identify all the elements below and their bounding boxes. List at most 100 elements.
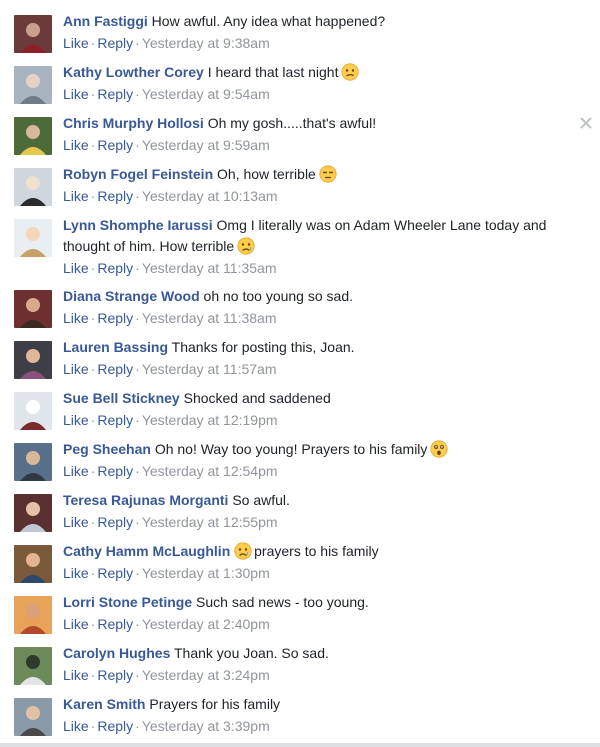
comment-author-link[interactable]: Kathy Lowther Corey <box>63 64 204 80</box>
like-button[interactable]: Like <box>63 310 89 326</box>
reply-button[interactable]: Reply <box>97 565 133 581</box>
sad-tear-face-icon <box>237 237 255 255</box>
comment-author-link[interactable]: Lynn Shomphe Iarussi <box>63 217 213 233</box>
reply-button[interactable]: Reply <box>97 86 133 102</box>
like-button[interactable]: Like <box>63 260 89 276</box>
comment-timestamp[interactable]: Yesterday at 9:59am <box>142 137 270 153</box>
avatar[interactable] <box>14 117 52 155</box>
comment-author-link[interactable]: Lauren Bassing <box>63 339 168 355</box>
comment-actions: Like · Reply · Yesterday at 3:39pm <box>63 716 270 736</box>
avatar[interactable] <box>14 647 52 685</box>
comment-timestamp[interactable]: Yesterday at 12:55pm <box>142 514 278 530</box>
like-button[interactable]: Like <box>63 361 89 377</box>
reply-button[interactable]: Reply <box>97 188 133 204</box>
astonished-face-icon <box>430 440 449 458</box>
comment-timestamp[interactable]: Yesterday at 11:35am <box>142 260 277 276</box>
comment-author-link[interactable]: Lorri Stone Petinge <box>63 594 192 610</box>
comment-body: Lynn Shomphe Iarussi Omg I literally was… <box>63 215 572 257</box>
separator-dot: · <box>135 412 140 428</box>
comment-timestamp[interactable]: Yesterday at 12:54pm <box>142 463 278 479</box>
comment-timestamp[interactable]: Yesterday at 11:57am <box>142 361 277 377</box>
like-button[interactable]: Like <box>63 412 89 428</box>
reply-button[interactable]: Reply <box>97 35 133 51</box>
comment-body: Peg Sheehan Oh no! Way too young! Prayer… <box>63 439 572 460</box>
bottom-divider <box>0 743 600 747</box>
comment-author-link[interactable]: Sue Bell Stickney <box>63 390 180 406</box>
avatar[interactable] <box>14 168 52 206</box>
comment-author-link[interactable]: Karen Smith <box>63 696 145 712</box>
avatar[interactable] <box>14 341 52 379</box>
avatar[interactable] <box>14 392 52 430</box>
like-button[interactable]: Like <box>63 188 89 204</box>
comment-timestamp[interactable]: Yesterday at 9:38am <box>142 35 270 51</box>
reply-button[interactable]: Reply <box>97 310 133 326</box>
reply-button[interactable]: Reply <box>97 137 133 153</box>
comment-timestamp[interactable]: Yesterday at 1:30pm <box>142 565 270 581</box>
comment-body: Diana Strange Wood oh no too young so sa… <box>63 286 572 307</box>
like-button[interactable]: Like <box>63 565 89 581</box>
like-button[interactable]: Like <box>63 86 89 102</box>
comment-text: Thank you Joan. So sad. <box>174 645 329 661</box>
comment-timestamp[interactable]: Yesterday at 9:54am <box>142 86 270 102</box>
separator-dot: · <box>135 310 140 326</box>
reply-button[interactable]: Reply <box>97 260 133 276</box>
avatar[interactable] <box>14 290 52 328</box>
like-button[interactable]: Like <box>63 463 89 479</box>
separator-dot: · <box>135 35 140 51</box>
reply-button[interactable]: Reply <box>97 718 133 734</box>
comment-text: So awful. <box>232 492 290 508</box>
comment-text: Shocked and saddened <box>183 390 331 406</box>
comment-timestamp[interactable]: Yesterday at 11:38am <box>142 310 277 326</box>
comment-timestamp[interactable]: Yesterday at 3:39pm <box>142 718 270 734</box>
comment-text: I heard that last night <box>207 64 339 80</box>
separator-dot: · <box>135 565 140 581</box>
comment-author-link[interactable]: Peg Sheehan <box>63 441 151 457</box>
like-button[interactable]: Like <box>63 718 89 734</box>
avatar[interactable] <box>14 219 52 257</box>
avatar[interactable] <box>14 596 52 634</box>
reply-button[interactable]: Reply <box>97 412 133 428</box>
separator-dot: · <box>135 463 140 479</box>
close-icon[interactable] <box>578 115 594 131</box>
comment-author-link[interactable]: Robyn Fogel Feinstein <box>63 166 213 182</box>
comment-timestamp[interactable]: Yesterday at 2:40pm <box>142 616 270 632</box>
comment-text: Oh my gosh.....that's awful! <box>207 115 377 131</box>
comment-actions: Like · Reply · Yesterday at 9:54am <box>63 84 270 104</box>
comment-timestamp[interactable]: Yesterday at 3:24pm <box>142 667 270 683</box>
like-button[interactable]: Like <box>63 137 89 153</box>
comment-actions: Like · Reply · Yesterday at 10:13am <box>63 186 278 206</box>
like-button[interactable]: Like <box>63 616 89 632</box>
avatar[interactable] <box>14 443 52 481</box>
reply-button[interactable]: Reply <box>97 361 133 377</box>
comment-author-link[interactable]: Diana Strange Wood <box>63 288 200 304</box>
avatar[interactable] <box>14 698 52 736</box>
reply-button[interactable]: Reply <box>97 463 133 479</box>
reply-button[interactable]: Reply <box>97 514 133 530</box>
like-button[interactable]: Like <box>63 667 89 683</box>
avatar[interactable] <box>14 66 52 104</box>
comment-author-link[interactable]: Ann Fastiggi <box>63 13 148 29</box>
avatar[interactable] <box>14 494 52 532</box>
avatar[interactable] <box>14 15 52 53</box>
comment-author-link[interactable]: Chris Murphy Hollosi <box>63 115 204 131</box>
like-button[interactable]: Like <box>63 35 89 51</box>
comment-body: Sue Bell Stickney Shocked and saddened <box>63 388 572 409</box>
reply-button[interactable]: Reply <box>97 616 133 632</box>
unamused-face-icon <box>319 165 337 183</box>
reply-button[interactable]: Reply <box>97 667 133 683</box>
avatar[interactable] <box>14 545 52 583</box>
comment-text: How awful. Any idea what happened? <box>151 13 386 29</box>
comment-author-link[interactable]: Cathy Hamm McLaughlin <box>63 543 230 559</box>
comment-author-link[interactable]: Teresa Rajunas Morganti <box>63 492 228 508</box>
comment-timestamp[interactable]: Yesterday at 10:13am <box>142 188 278 204</box>
like-button[interactable]: Like <box>63 514 89 530</box>
comment-timestamp[interactable]: Yesterday at 12:19pm <box>142 412 278 428</box>
comment-text: Such sad news - too young. <box>196 594 369 610</box>
comment-body: Kathy Lowther Corey I heard that last ni… <box>63 62 572 83</box>
comment-body: Karen Smith Prayers for his family <box>63 694 572 715</box>
comment-body: Robyn Fogel Feinstein Oh, how terrible <box>63 164 572 185</box>
comment-text: Oh no! Way too young! Prayers to his fam… <box>154 441 428 457</box>
comment-text: Prayers for his family <box>149 696 281 712</box>
comment-actions: Like · Reply · Yesterday at 9:59am <box>63 135 270 155</box>
comment-author-link[interactable]: Carolyn Hughes <box>63 645 170 661</box>
